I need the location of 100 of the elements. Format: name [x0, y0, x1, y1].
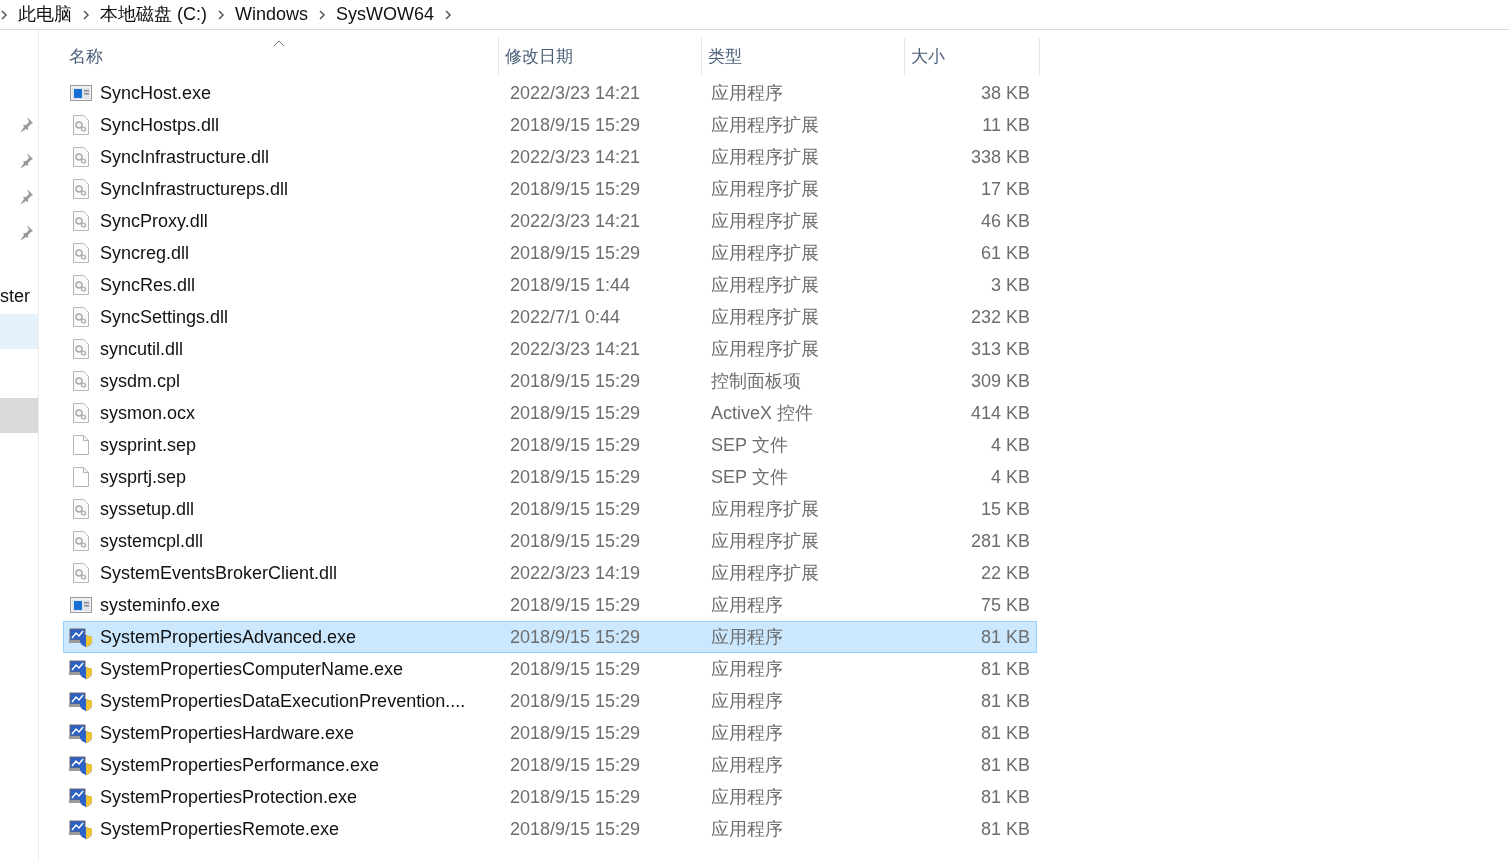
breadcrumb-item[interactable]: SysWOW64: [336, 1, 435, 28]
file-row[interactable]: SystemPropertiesHardware.exe 2018/9/15 15:29 应用程序 81 KB: [63, 717, 1037, 749]
gear-file-icon: [73, 371, 89, 391]
pin-icon[interactable]: [18, 188, 34, 204]
file-size: 38 KB: [979, 81, 1030, 105]
modified-date: 2018/9/15 15:29: [509, 753, 642, 777]
gear-file-icon: [73, 499, 89, 519]
file-row[interactable]: systeminfo.exe 2018/9/15 15:29 应用程序 75 KB: [63, 589, 1037, 621]
file-name: sysprint.sep: [100, 433, 197, 457]
pin-icon[interactable]: [18, 224, 34, 240]
file-type: 应用程序扩展: [710, 561, 820, 585]
modified-date: 2018/9/15 15:29: [509, 433, 642, 457]
file-row[interactable]: systemcpl.dll 2018/9/15 15:29 应用程序扩展 281 KB: [63, 525, 1037, 557]
file-type: 应用程序扩展: [710, 337, 820, 361]
file-row[interactable]: SystemPropertiesDataExecutionPrevention.... 2018/9/15 15:29 应用程序 81 KB: [63, 685, 1037, 717]
file-row[interactable]: sysprint.sep 2018/9/15 15:29 SEP 文件 4 KB: [63, 429, 1037, 461]
file-row[interactable]: SyncHostps.dll 2018/9/15 15:29 应用程序扩展 11 KB: [63, 109, 1037, 141]
chevron-icon: [444, 9, 453, 20]
file-type: 应用程序: [710, 657, 784, 681]
file-row[interactable]: SyncHost.exe 2022/3/23 14:21 应用程序 38 KB: [63, 77, 1037, 109]
modified-date: 2022/7/1 0:44: [509, 305, 622, 329]
gear-file-icon: [73, 307, 89, 327]
file-size: 81 KB: [979, 785, 1030, 809]
modified-date: 2022/3/23 14:21: [509, 81, 642, 105]
file-row[interactable]: SystemEventsBrokerClient.dll 2022/3/23 14:19 应用程序扩展 22 KB: [63, 557, 1037, 589]
column-header[interactable]: 修改日期: [499, 38, 702, 75]
gear-file-icon: [73, 403, 89, 423]
file-row[interactable]: SyncProxy.dll 2022/3/23 14:21 应用程序扩展 46 KB: [63, 205, 1037, 237]
file-name: systemcpl.dll: [100, 529, 204, 553]
file-type: ActiveX 控件: [710, 401, 815, 425]
file-type: 应用程序: [710, 817, 784, 841]
file-type: 应用程序: [710, 81, 784, 105]
modified-date: 2022/3/23 14:21: [509, 209, 642, 233]
file-name: SystemPropertiesPerformance.exe: [100, 753, 380, 777]
file-size: 313 KB: [969, 337, 1030, 361]
file-row[interactable]: syncutil.dll 2022/3/23 14:21 应用程序扩展 313 KB: [63, 333, 1037, 365]
file-size: 4 KB: [989, 433, 1030, 457]
file-name: SyncHostps.dll: [100, 113, 220, 137]
file-name: SystemEventsBrokerClient.dll: [100, 561, 338, 585]
file-size: 81 KB: [979, 657, 1030, 681]
modified-date: 2018/9/15 15:29: [509, 721, 642, 745]
gear-file-icon: [73, 211, 89, 231]
file-row[interactable]: sysprtj.sep 2018/9/15 15:29 SEP 文件 4 KB: [63, 461, 1037, 493]
monitor-shield-icon: [69, 755, 93, 775]
gear-file-icon: [73, 147, 89, 167]
file-row[interactable]: SyncRes.dll 2018/9/15 1:44 应用程序扩展 3 KB: [63, 269, 1037, 301]
column-header[interactable]: 类型: [702, 38, 905, 75]
breadcrumb-item[interactable]: Windows: [235, 1, 309, 28]
column-header[interactable]: 名称: [63, 38, 499, 75]
file-name: sysmon.ocx: [100, 401, 196, 425]
file-name: SystemPropertiesDataExecutionPrevention....: [100, 689, 466, 713]
file-size: 81 KB: [979, 689, 1030, 713]
file-size: 338 KB: [969, 145, 1030, 169]
file-row[interactable]: sysmon.ocx 2018/9/15 15:29 ActiveX 控件 414 KB: [63, 397, 1037, 429]
file-row[interactable]: SystemPropertiesComputerName.exe 2018/9/15 15:29 应用程序 81 KB: [63, 653, 1037, 685]
breadcrumb-item[interactable]: 本地磁盘 (C:): [100, 1, 207, 28]
breadcrumb-item[interactable]: 此电脑: [18, 1, 72, 28]
window-icon: [70, 596, 92, 614]
gear-file-icon: [73, 339, 89, 359]
file-name: SyncRes.dll: [100, 273, 196, 297]
pin-icon[interactable]: [18, 152, 34, 168]
monitor-shield-icon: [69, 723, 93, 743]
modified-date: 2018/9/15 15:29: [509, 817, 642, 841]
file-row[interactable]: SystemPropertiesPerformance.exe 2018/9/15 15:29 应用程序 81 KB: [63, 749, 1037, 781]
monitor-shield-icon: [69, 819, 93, 839]
file-type: 应用程序: [710, 689, 784, 713]
file-row[interactable]: syssetup.dll 2018/9/15 15:29 应用程序扩展 15 KB: [63, 493, 1037, 525]
file-row[interactable]: SyncInfrastructureps.dll 2018/9/15 15:29 应用程序扩展 17 KB: [63, 173, 1037, 205]
gear-file-icon: [73, 531, 89, 551]
file-row[interactable]: sysdm.cpl 2018/9/15 15:29 控制面板项 309 KB: [63, 365, 1037, 397]
file-type: 应用程序扩展: [710, 273, 820, 297]
file-size: 75 KB: [979, 593, 1030, 617]
file-type: 应用程序: [710, 785, 784, 809]
file-type: SEP 文件: [710, 433, 789, 457]
modified-date: 2018/9/15 15:29: [509, 689, 642, 713]
file-size: 46 KB: [979, 209, 1030, 233]
file-row[interactable]: SystemPropertiesAdvanced.exe 2018/9/15 15:29 应用程序 81 KB: [63, 621, 1037, 653]
file-type: 应用程序: [710, 753, 784, 777]
window-icon: [70, 84, 92, 102]
column-header[interactable]: 大小: [905, 38, 1040, 75]
file-row[interactable]: SystemPropertiesRemote.exe 2018/9/15 15:29 应用程序 81 KB: [63, 813, 1037, 845]
modified-date: 2018/9/15 15:29: [509, 113, 642, 137]
file-row[interactable]: SyncInfrastructure.dll 2022/3/23 14:21 应用程序扩展 338 KB: [63, 141, 1037, 173]
blank-file-icon: [73, 435, 89, 455]
chevron-icon: [318, 9, 327, 20]
file-row[interactable]: SyncSettings.dll 2022/7/1 0:44 应用程序扩展 232 KB: [63, 301, 1037, 333]
file-size: 81 KB: [979, 817, 1030, 841]
modified-date: 2018/9/15 15:29: [509, 177, 642, 201]
file-type: 应用程序扩展: [710, 305, 820, 329]
modified-date: 2018/9/15 15:29: [509, 401, 642, 425]
file-row[interactable]: SystemPropertiesProtection.exe 2018/9/15 15:29 应用程序 81 KB: [63, 781, 1037, 813]
file-name: syssetup.dll: [100, 497, 195, 521]
pin-icon[interactable]: [18, 116, 34, 132]
chevron-icon: [217, 9, 225, 20]
sidebar-item[interactable]: ster: [0, 282, 30, 310]
modified-date: 2018/9/15 1:44: [509, 273, 632, 297]
blank-file-icon: [73, 467, 89, 487]
file-type: 应用程序扩展: [710, 113, 820, 137]
file-row[interactable]: Syncreg.dll 2018/9/15 15:29 应用程序扩展 61 KB: [63, 237, 1037, 269]
modified-date: 2022/3/23 14:21: [509, 337, 642, 361]
